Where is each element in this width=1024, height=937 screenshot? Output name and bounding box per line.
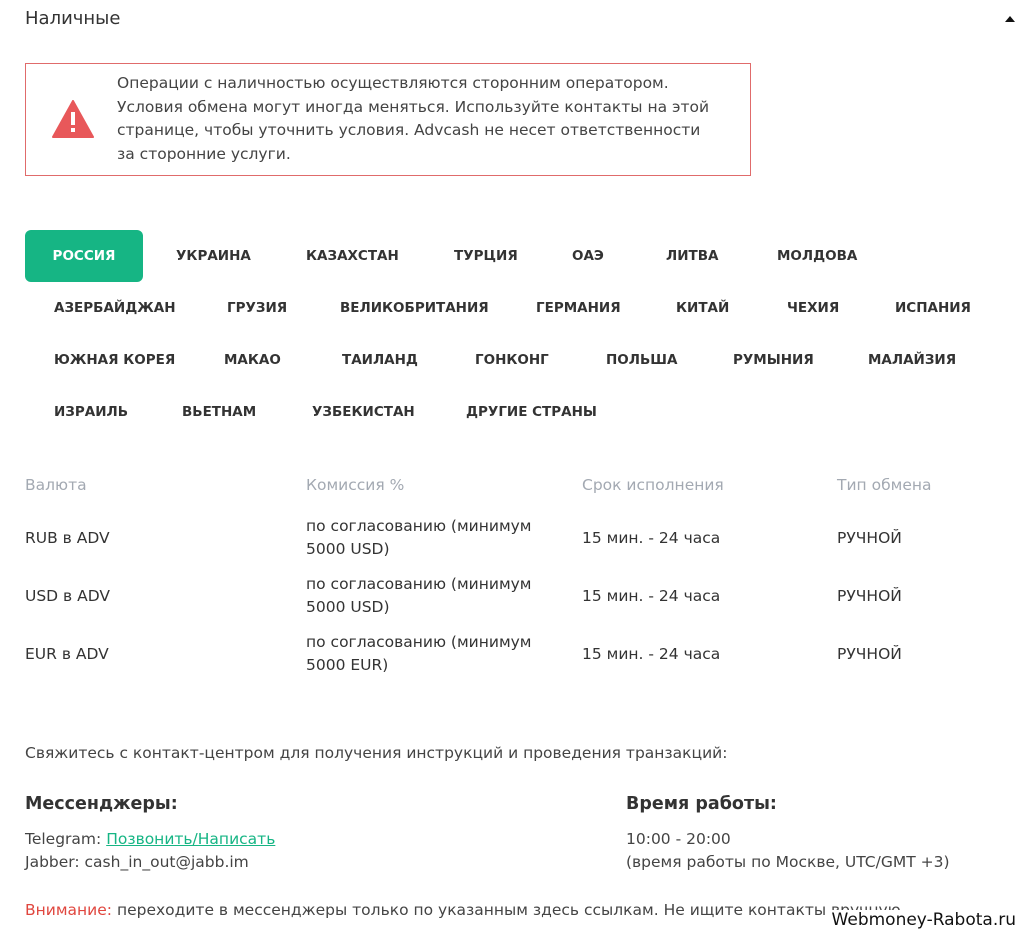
tab-hong-kong[interactable]: ГОНКОНГ: [475, 334, 549, 386]
commission-line: 5000 EUR): [306, 656, 389, 674]
commission-line: по согласованию (минимум: [306, 575, 532, 593]
tab-great-britain[interactable]: ВЕЛИКОБРИТАНИЯ: [340, 282, 489, 334]
caret-up-icon[interactable]: [1003, 14, 1017, 24]
tab-china[interactable]: КИТАЙ: [676, 282, 729, 334]
attention-text: переходите в мессенджеры только по указа…: [116, 901, 906, 919]
telegram-label: Telegram:: [25, 830, 102, 848]
jabber-line: Jabber: cash_in_out@jabb.im: [25, 853, 249, 871]
warning-text: Операции с наличностью осуществляются ст…: [117, 72, 742, 166]
cell-currency: RUB в ADV: [25, 529, 110, 547]
warning-box: Операции с наличностью осуществляются ст…: [25, 63, 751, 176]
tab-uzbekistan[interactable]: УЗБЕКИСТАН: [312, 386, 415, 438]
tab-russia[interactable]: РОССИЯ: [25, 230, 143, 282]
tab-azerbaijan[interactable]: АЗЕРБАЙДЖАН: [54, 282, 176, 334]
commission-line: 5000 USD): [306, 598, 390, 616]
messengers-title: Мессенджеры:: [25, 794, 178, 814]
section-title: Наличные: [25, 8, 121, 29]
tab-poland[interactable]: ПОЛЬША: [606, 334, 677, 386]
tab-czechia[interactable]: ЧЕХИЯ: [787, 282, 839, 334]
tab-turkey[interactable]: ТУРЦИЯ: [454, 230, 518, 282]
hours-value: 10:00 - 20:00: [626, 830, 731, 848]
tab-israel[interactable]: ИЗРАИЛЬ: [54, 386, 128, 438]
telegram-link[interactable]: Позвонить/Написать: [106, 830, 275, 848]
cell-time: 15 мин. - 24 часа: [582, 645, 721, 663]
cell-commission: по согласованию (минимум 5000 USD): [306, 573, 532, 619]
section-header: Наличные: [25, 8, 1020, 32]
header-time: Срок исполнения: [582, 476, 724, 494]
tab-uae[interactable]: ОАЭ: [572, 230, 604, 282]
tab-thailand[interactable]: ТАИЛАНД: [342, 334, 418, 386]
hours-note: (время работы по Москве, UTC/GMT +3): [626, 853, 950, 871]
warning-triangle-icon: [52, 100, 94, 138]
tab-romania[interactable]: РУМЫНИЯ: [733, 334, 814, 386]
warning-line: Операции с наличностью осуществляются ст…: [117, 74, 669, 92]
cell-time: 15 мин. - 24 часа: [582, 587, 721, 605]
warning-line: за сторонние услуги.: [117, 144, 291, 163]
commission-line: 5000 USD): [306, 540, 390, 558]
tab-vietnam[interactable]: ВЬЕТНАМ: [182, 386, 256, 438]
tab-ukraine[interactable]: УКРАИНА: [176, 230, 251, 282]
tab-spain[interactable]: ИСПАНИЯ: [895, 282, 971, 334]
cell-commission: по согласованию (минимум 5000 EUR): [306, 631, 532, 677]
cell-type: РУЧНОЙ: [837, 645, 902, 663]
header-commission: Комиссия %: [306, 476, 405, 494]
header-currency: Валюта: [25, 476, 87, 494]
tab-moldova[interactable]: МОЛДОВА: [777, 230, 857, 282]
header-type: Тип обмена: [837, 476, 932, 494]
warning-line: странице, чтобы уточнить условия. Advcas…: [117, 121, 701, 139]
tab-macau[interactable]: МАКАО: [224, 334, 281, 386]
telegram-line: Telegram: Позвонить/Написать: [25, 830, 275, 848]
cell-time: 15 мин. - 24 часа: [582, 529, 721, 547]
attention-label: Внимание:: [25, 901, 112, 919]
cell-currency: EUR в ADV: [25, 645, 109, 663]
tab-other-countries[interactable]: ДРУГИЕ СТРАНЫ: [466, 386, 597, 438]
tab-georgia[interactable]: ГРУЗИЯ: [227, 282, 287, 334]
cell-currency: USD в ADV: [25, 587, 110, 605]
commission-line: по согласованию (минимум: [306, 633, 532, 651]
cell-type: РУЧНОЙ: [837, 587, 902, 605]
contact-intro: Свяжитесь с контакт-центром для получени…: [25, 744, 728, 762]
tab-lithuania[interactable]: ЛИТВА: [666, 230, 718, 282]
tab-south-korea[interactable]: ЮЖНАЯ КОРЕЯ: [54, 334, 175, 386]
tab-malaysia[interactable]: МАЛАЙЗИЯ: [868, 334, 956, 386]
watermark: Webmoney-Rabota.ru: [829, 910, 1018, 930]
tab-kazakhstan[interactable]: КАЗАХСТАН: [306, 230, 399, 282]
commission-line: по согласованию (минимум: [306, 517, 532, 535]
tab-germany[interactable]: ГЕРМАНИЯ: [536, 282, 621, 334]
warning-line: Условия обмена могут иногда меняться. Ис…: [117, 97, 710, 116]
cell-commission: по согласованию (минимум 5000 USD): [306, 515, 532, 561]
hours-title: Время работы:: [626, 794, 777, 814]
attention-note: Внимание: переходите в мессенджеры тольк…: [25, 901, 906, 919]
cell-type: РУЧНОЙ: [837, 529, 902, 547]
